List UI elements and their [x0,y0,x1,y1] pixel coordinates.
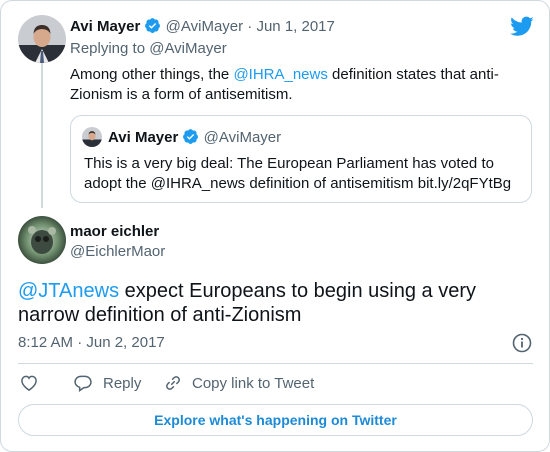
parent-handle[interactable]: @AviMayer [166,18,243,35]
maor-eichler-avatar[interactable] [18,216,66,264]
link-icon [163,373,183,393]
replying-prefix: Replying to [70,40,150,57]
quoted-tweet-card[interactable]: Avi Mayer @AviMayer This is a very big d… [70,115,532,203]
main-text-part1: expect Europeans to begin using a very [119,280,476,302]
main-author-name[interactable]: maor eichler [70,223,159,240]
separator-dot: · [247,18,253,35]
quoted-text: This is a very big deal: The European Pa… [84,154,511,194]
quoted-text-line2: adopt the @IHRA_news definition of antis… [84,175,512,192]
ihra-mention-link[interactable]: @IHRA_news [233,66,327,83]
thread-connector-line [41,63,43,208]
actions-divider [18,363,533,364]
avi-mayer-avatar[interactable] [18,15,66,63]
main-handle[interactable]: @EichlerMaor [70,243,165,260]
parent-author-name[interactable]: Avi Mayer [70,18,140,35]
replying-handle[interactable]: @AviMayer [149,40,226,57]
parent-text-part2: definition states that anti- [327,66,499,83]
main-tweet-text: @JTAnews expect Europeans to begin using… [18,279,476,327]
heart-icon [19,373,39,397]
parent-date[interactable]: Jun 1, 2017 [256,18,334,35]
twitter-bird-icon[interactable] [510,14,534,43]
quoted-author-name: Avi Mayer [108,129,179,146]
tweet-embed-card: Avi Mayer @AviMayer · Jun 1, 2017 Replyi… [0,0,550,452]
parent-tweet-header: Avi Mayer @AviMayer · Jun 1, 2017 [70,17,335,35]
replying-to-line: Replying to @AviMayer [70,40,227,57]
reply-icon [73,373,93,393]
quoted-handle: @AviMayer [203,129,282,146]
quoted-text-line1: This is a very big deal: The European Pa… [84,155,494,172]
quoted-avatar [82,127,102,147]
verified-badge-icon [144,17,161,34]
parent-text-part1: Among other things, the [70,66,234,83]
verified-badge-icon [182,128,199,145]
parent-text-line2: Zionism is a form of antisemitism. [70,86,293,103]
copy-link-label: Copy link to Tweet [192,374,315,392]
like-button[interactable] [19,373,39,397]
explore-twitter-button[interactable]: Explore what's happening on Twitter [18,404,533,436]
quoted-header: Avi Mayer @AviMayer [108,128,281,146]
jtanews-mention-link[interactable]: @JTAnews [18,280,119,302]
reply-button[interactable]: Reply [73,373,141,393]
main-timestamp[interactable]: 8:12 AM · Jun 2, 2017 [18,334,165,351]
reply-label: Reply [103,374,142,392]
info-icon[interactable] [512,333,532,358]
parent-tweet-text: Among other things, the @IHRA_news defin… [70,65,499,105]
copy-link-button[interactable]: Copy link to Tweet [163,373,314,393]
main-text-line2: narrow definition of anti-Zionism [18,304,302,326]
